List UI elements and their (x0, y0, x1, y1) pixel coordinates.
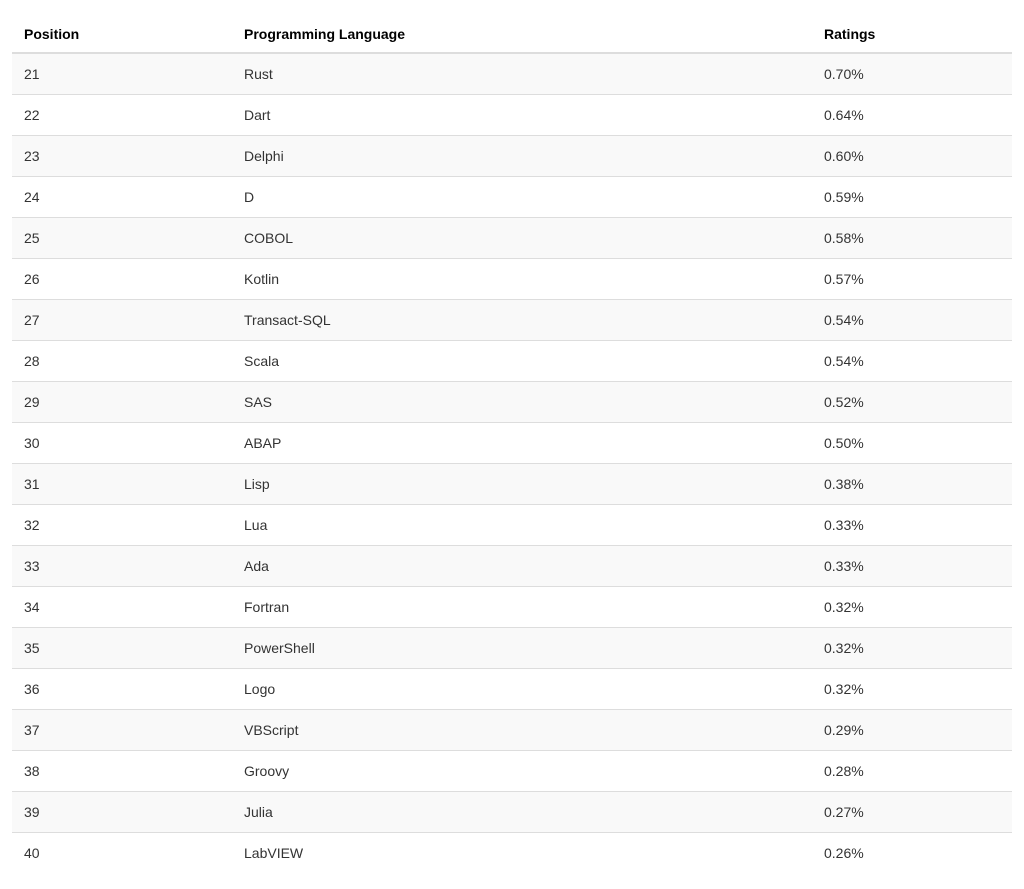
cell-position: 28 (12, 341, 232, 382)
programming-language-table: Position Programming Language Ratings 21… (12, 16, 1012, 873)
cell-ratings: 0.60% (812, 136, 1012, 177)
cell-ratings: 0.54% (812, 341, 1012, 382)
table-row: 26Kotlin0.57% (12, 259, 1012, 300)
table-header-row: Position Programming Language Ratings (12, 16, 1012, 53)
table-row: 29SAS0.52% (12, 382, 1012, 423)
cell-position: 34 (12, 587, 232, 628)
cell-language: Rust (232, 53, 812, 95)
cell-language: Groovy (232, 751, 812, 792)
header-language: Programming Language (232, 16, 812, 53)
cell-language: Fortran (232, 587, 812, 628)
header-position: Position (12, 16, 232, 53)
cell-position: 37 (12, 710, 232, 751)
cell-ratings: 0.32% (812, 628, 1012, 669)
table-row: 35PowerShell0.32% (12, 628, 1012, 669)
cell-language: Dart (232, 95, 812, 136)
cell-language: LabVIEW (232, 833, 812, 874)
cell-position: 25 (12, 218, 232, 259)
cell-position: 36 (12, 669, 232, 710)
cell-position: 32 (12, 505, 232, 546)
table-row: 39Julia0.27% (12, 792, 1012, 833)
cell-ratings: 0.27% (812, 792, 1012, 833)
cell-language: Julia (232, 792, 812, 833)
cell-language: Delphi (232, 136, 812, 177)
table-row: 31Lisp0.38% (12, 464, 1012, 505)
cell-ratings: 0.33% (812, 546, 1012, 587)
table-row: 22Dart0.64% (12, 95, 1012, 136)
table-row: 34Fortran0.32% (12, 587, 1012, 628)
cell-position: 33 (12, 546, 232, 587)
cell-position: 29 (12, 382, 232, 423)
cell-ratings: 0.29% (812, 710, 1012, 751)
cell-position: 39 (12, 792, 232, 833)
table-row: 21Rust0.70% (12, 53, 1012, 95)
table-row: 28Scala0.54% (12, 341, 1012, 382)
cell-position: 24 (12, 177, 232, 218)
cell-ratings: 0.28% (812, 751, 1012, 792)
table-body: 21Rust0.70%22Dart0.64%23Delphi0.60%24D0.… (12, 53, 1012, 873)
cell-position: 23 (12, 136, 232, 177)
cell-position: 38 (12, 751, 232, 792)
cell-language: Scala (232, 341, 812, 382)
cell-position: 26 (12, 259, 232, 300)
cell-ratings: 0.32% (812, 587, 1012, 628)
cell-language: Transact-SQL (232, 300, 812, 341)
cell-position: 31 (12, 464, 232, 505)
table-row: 27Transact-SQL0.54% (12, 300, 1012, 341)
cell-language: COBOL (232, 218, 812, 259)
cell-language: PowerShell (232, 628, 812, 669)
cell-position: 21 (12, 53, 232, 95)
cell-position: 40 (12, 833, 232, 874)
cell-position: 27 (12, 300, 232, 341)
cell-language: SAS (232, 382, 812, 423)
table-row: 32Lua0.33% (12, 505, 1012, 546)
cell-ratings: 0.26% (812, 833, 1012, 874)
cell-language: Lua (232, 505, 812, 546)
cell-position: 30 (12, 423, 232, 464)
table-row: 36Logo0.32% (12, 669, 1012, 710)
cell-language: ABAP (232, 423, 812, 464)
table-row: 23Delphi0.60% (12, 136, 1012, 177)
cell-language: D (232, 177, 812, 218)
table-row: 40LabVIEW0.26% (12, 833, 1012, 874)
cell-language: Kotlin (232, 259, 812, 300)
cell-ratings: 0.33% (812, 505, 1012, 546)
cell-language: Ada (232, 546, 812, 587)
cell-ratings: 0.64% (812, 95, 1012, 136)
table-row: 37VBScript0.29% (12, 710, 1012, 751)
cell-ratings: 0.54% (812, 300, 1012, 341)
table-row: 33Ada0.33% (12, 546, 1012, 587)
cell-ratings: 0.50% (812, 423, 1012, 464)
cell-ratings: 0.52% (812, 382, 1012, 423)
cell-language: Lisp (232, 464, 812, 505)
table-row: 25COBOL0.58% (12, 218, 1012, 259)
cell-language: Logo (232, 669, 812, 710)
cell-ratings: 0.70% (812, 53, 1012, 95)
cell-position: 35 (12, 628, 232, 669)
cell-ratings: 0.57% (812, 259, 1012, 300)
table-row: 24D0.59% (12, 177, 1012, 218)
table-row: 38Groovy0.28% (12, 751, 1012, 792)
header-ratings: Ratings (812, 16, 1012, 53)
cell-language: VBScript (232, 710, 812, 751)
cell-ratings: 0.38% (812, 464, 1012, 505)
table-row: 30ABAP0.50% (12, 423, 1012, 464)
cell-ratings: 0.32% (812, 669, 1012, 710)
cell-ratings: 0.59% (812, 177, 1012, 218)
cell-ratings: 0.58% (812, 218, 1012, 259)
cell-position: 22 (12, 95, 232, 136)
